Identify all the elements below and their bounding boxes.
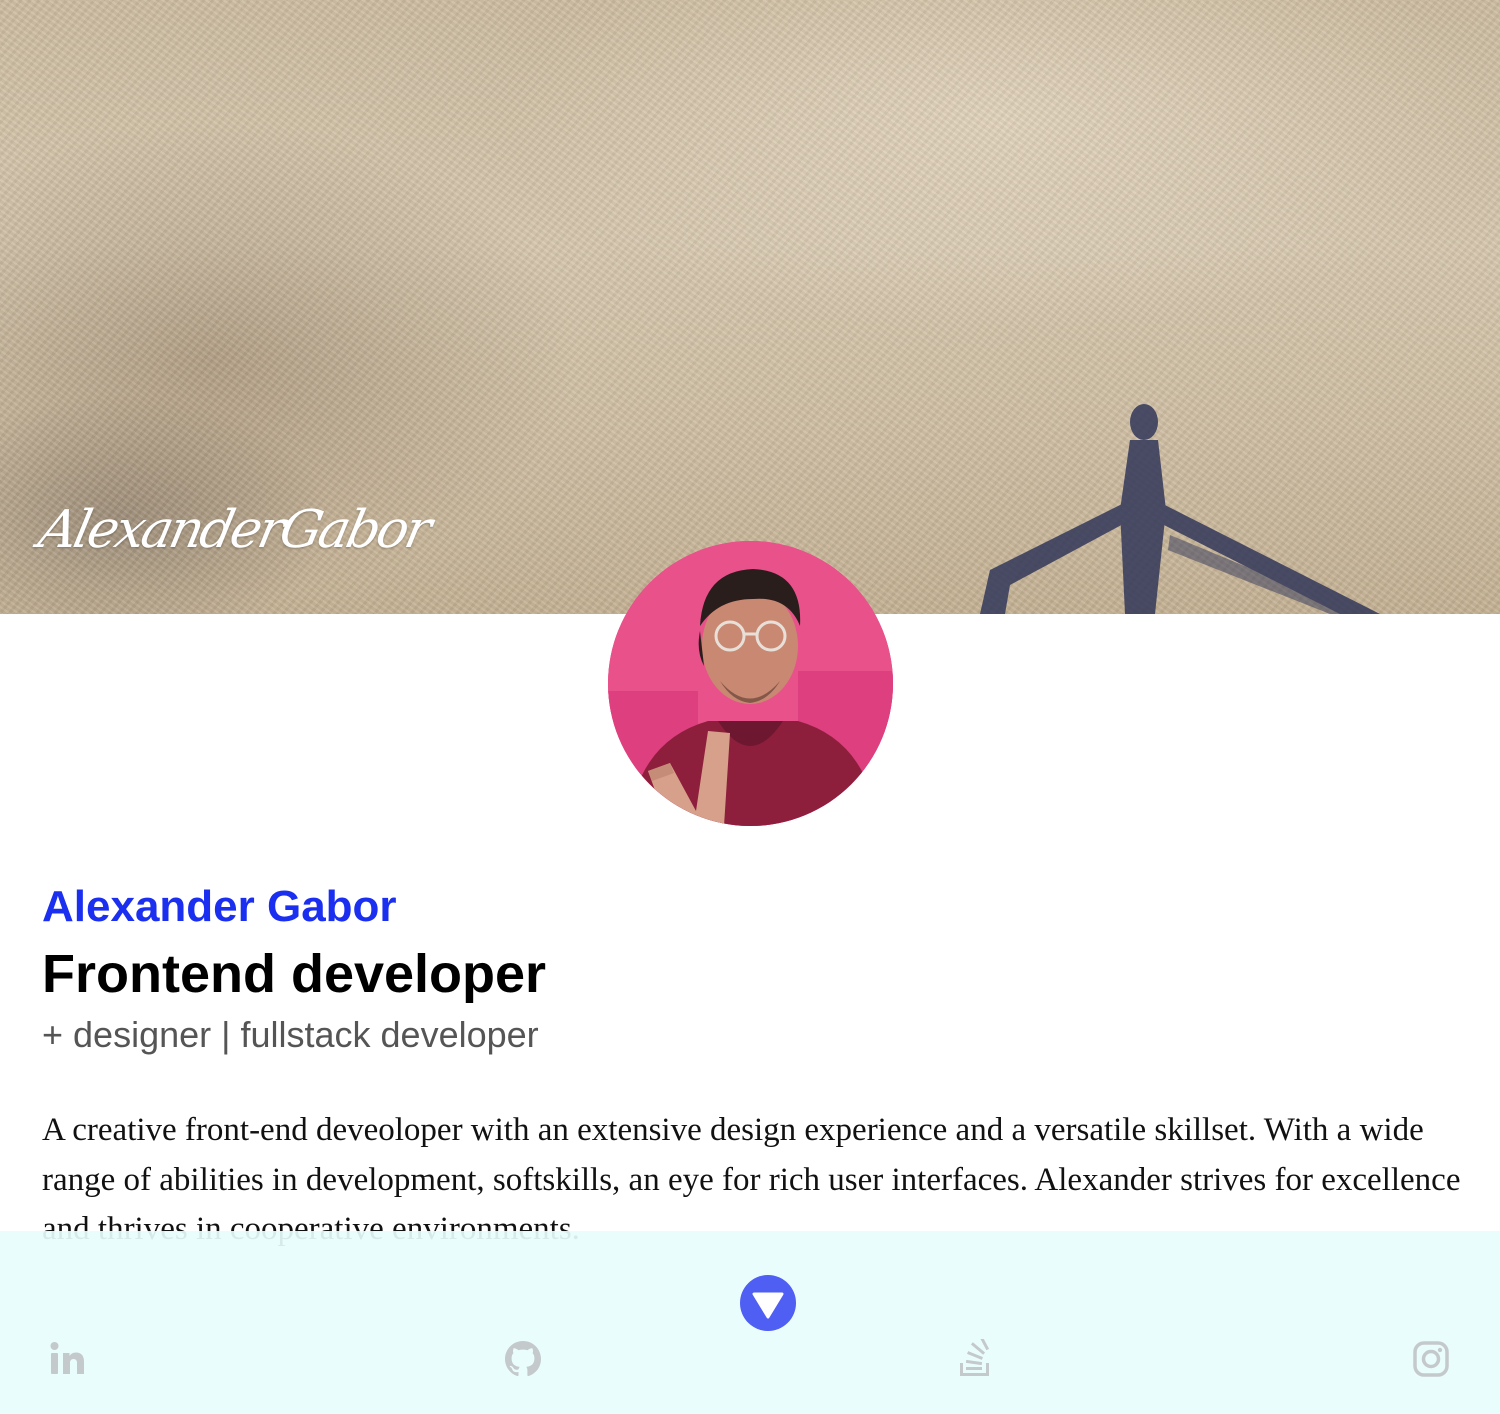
avatar <box>608 541 893 826</box>
hero-banner: AlexanderGabor <box>0 0 1500 614</box>
avatar-portrait <box>608 541 893 826</box>
stackoverflow-icon <box>960 1339 990 1376</box>
linkedin-link[interactable] <box>48 1339 88 1379</box>
instagram-link[interactable] <box>1411 1339 1451 1379</box>
profile-name: Alexander Gabor <box>42 882 397 931</box>
scroll-down-button[interactable] <box>740 1275 796 1331</box>
intro-section: Alexander Gabor Frontend developer + des… <box>42 878 1462 1255</box>
profile-subtitle: + designer | fullstack developer <box>42 1014 539 1055</box>
linkedin-icon <box>50 1342 84 1374</box>
triangle-down-icon <box>752 1292 784 1319</box>
signature-logo: AlexanderGabor <box>33 500 435 560</box>
instagram-icon <box>1413 1341 1449 1377</box>
stackoverflow-link[interactable] <box>956 1339 996 1379</box>
hero-shadow-silhouette <box>980 404 1380 614</box>
github-link[interactable] <box>503 1339 543 1379</box>
github-icon <box>505 1341 541 1377</box>
profile-title: Frontend developer <box>42 944 547 1004</box>
footer-bar <box>0 1231 1500 1414</box>
